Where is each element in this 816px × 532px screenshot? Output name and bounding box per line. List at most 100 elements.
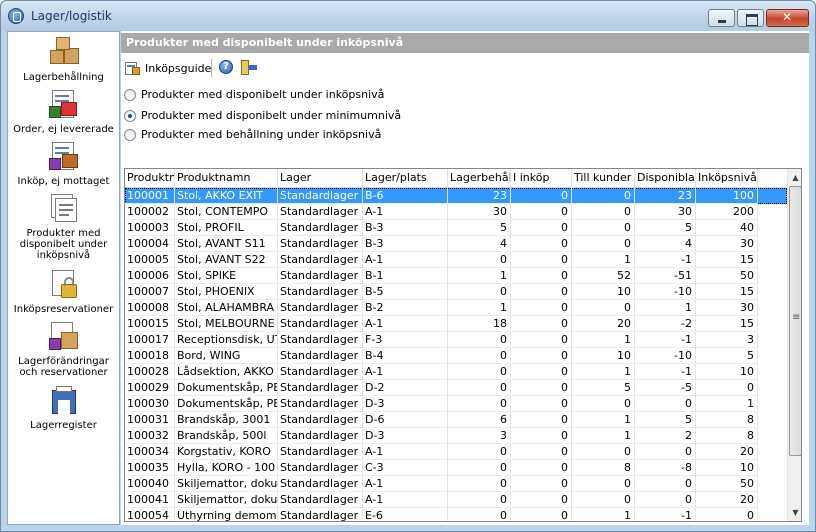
option-disponibelt-minimumniva[interactable]: Produkter med disponibelt under minimumn… [124,109,401,122]
table-row[interactable]: 100040Skiljemattor, dokumeStandardlagerA… [125,476,787,492]
table-row[interactable]: 100003 Stol, PROFIL Standardlager B-3 5 0 0 5 40 [125,220,787,236]
cell-produktnr: 100006 [125,268,175,284]
column-header-lagerbehalln[interactable]: Lagerbehålln [448,169,511,188]
cell-till-kunder: 5 [572,380,635,396]
cell-produktnamn: Brandskåp, 500l [175,428,278,444]
table-row[interactable]: 100031 Brandskåp, 3001 Standardlager D-6 6 0 1… [125,412,787,428]
inkopsguide-button[interactable]: Inköpsguide [124,58,211,78]
cell-lager-plats: C-3 [363,460,448,476]
cell-lager: Standardlager [278,348,363,364]
cell-lager-plats: E-6 [363,508,448,521]
option-label: Produkter med disponibelt under minimumn… [141,109,402,122]
cell-lager-plats: A-1 [363,204,448,220]
table-row[interactable]: 100032 Brandskåp, 500l Standardlager D-3 3 0 1… [125,428,787,444]
scroll-up-button[interactable]: ▲ [788,169,801,186]
table-row[interactable]: 100002 Stol, CONTEMPO Standardlager A-1 30 0 0… [125,204,787,220]
cell-lager-plats: B-2 [363,300,448,316]
warehouse-register-icon [47,384,81,418]
sidebar-item-disponibelt[interactable]: Produkter med disponibelt under inköpsni… [8,192,119,261]
app-window: Lager/logistik Lagerbehållning Order, ej… [0,0,816,532]
cell-disponibla: -8 [635,460,696,476]
help-icon[interactable]: ? [219,60,233,74]
close-button[interactable] [766,9,809,27]
cell-inkopsniva: 15 [696,252,758,268]
window-title: Lager/logistik [31,9,112,23]
table-row[interactable]: 100041Skiljemattor, dokumeStandardlagerA… [125,492,787,508]
sidebar-item-lagerforandringar[interactable]: Lagerförändringar och reservationer [8,320,119,378]
table-row[interactable]: 100007 Stol, PHOENIX Standardlager B-5 0 0 10-… [125,284,787,300]
column-header-lager-plats[interactable]: Lager/plats [363,169,448,188]
cell-lager-plats: D-6 [363,412,448,428]
cell-lager: Standardlager [278,220,363,236]
cell-lager: Standardlager [278,428,363,444]
table-row[interactable]: 100001 Stol, AKKO EXIT Standardlager B-6 23 0… [125,188,787,204]
column-header-i-inkop[interactable]: I inköp [511,169,572,188]
cell-till-kunder: 1 [572,428,635,444]
scroll-thumb[interactable] [789,186,801,456]
cell-lager: Standardlager [278,236,363,252]
cell-produktnr: 100054 [125,508,175,521]
cell-i-inkop: 0 [511,300,572,316]
table-row[interactable]: 100035 Hylla, KORO - 100 Standardlager C-3 0… [125,460,787,476]
cell-inkopsniva: 10 [696,364,758,380]
sidebar-item-lagerbehallning[interactable]: Lagerbehållning [8,36,119,83]
panel-title: Produkter med disponibelt under inköpsni… [126,36,404,49]
toolbar-separator [211,59,212,77]
radio-button[interactable] [124,109,136,122]
column-header-produktnr[interactable]: Produktnr. [125,169,175,188]
column-header-disponibla[interactable]: Disponibla [635,169,696,188]
radio-button[interactable] [124,128,136,141]
cell-i-inkop: 0 [511,220,572,236]
table-row[interactable]: 100015 Stol, MELBOURNE Standardlager A-1 18 0… [125,316,787,332]
cell-i-inkop: 0 [511,332,572,348]
table-row[interactable]: 100030 Dokumentskåp, PEG Standardlager D-3 0… [125,396,787,412]
column-header-inkopsniva[interactable]: Inköpsnivå [696,169,758,188]
cell-produktnr: 100003 [125,220,175,236]
table-row[interactable]: 100008 Stol, ALAHAMBRA Standardlager B-2 1 0 0… [125,300,787,316]
cell-till-kunder: 0 [572,476,635,492]
table-row[interactable]: 100005 Stol, AVANT S22 Standardlager A-1 0 0 1… [125,252,787,268]
column-header-till-kunder[interactable]: Till kunder [572,169,635,188]
cell-produktnamn: Receptionsdisk, UTV [175,332,278,348]
sidebar-item-label: Lagerregister [30,420,97,431]
option-behallning-inkopsniva[interactable]: Produkter med behållning under inköpsniv… [124,128,381,141]
title-bar[interactable]: Lager/logistik [1,1,815,31]
cell-inkopsniva: 3 [696,332,758,348]
scroll-down-button[interactable]: ▼ [788,504,801,521]
minimize-button[interactable] [708,9,735,27]
sidebar-item-order[interactable]: Order, ej levererade [8,88,119,135]
cell-lagerbehalln: 0 [448,476,511,492]
column-header-lager[interactable]: Lager [278,169,363,188]
exit-icon[interactable] [241,60,257,75]
cell-till-kunder: 1 [572,412,635,428]
cell-produktnamn: Stol, CONTEMPO [175,204,278,220]
table-row[interactable]: 100006 Stol, SPIKE Standardlager B-1 1 0 52 -51… [125,268,787,284]
cell-inkopsniva: 8 [696,412,758,428]
table-row[interactable]: 100028 Lådsektion, AKKO P Standardlager A-1… [125,364,787,380]
cell-produktnamn: Skiljemattor, dokume [175,476,278,492]
cell-lagerbehalln: 3 [448,428,511,444]
table-row[interactable]: 100017 Receptionsdisk, UTV Standardlager F-… [125,332,787,348]
cell-till-kunder: 0 [572,204,635,220]
cell-produktnamn: Hylla, KORO - 100 [175,460,278,476]
column-header-produktnamn[interactable]: Produktnamn [175,169,278,188]
locked-document-icon [47,268,81,302]
vertical-scrollbar[interactable]: ▲ ▼ [787,169,801,521]
option-disponibelt-inkopsniva[interactable]: Produkter med disponibelt under inköpsni… [124,88,384,101]
table-row[interactable]: 100004 Stol, AVANT S11 Standardlager B-3 4 0 0… [125,236,787,252]
cell-i-inkop: 0 [511,284,572,300]
table-row[interactable]: 100054Uthyrning demomöblStandardlagerE-6… [125,508,787,521]
sidebar-item-lagerregister[interactable]: Lagerregister [8,384,119,431]
maximize-button[interactable] [737,9,764,27]
cell-disponibla: 4 [635,236,696,252]
cell-lagerbehalln: 0 [448,380,511,396]
cell-produktnr: 100015 [125,316,175,332]
table-row[interactable]: 100018 Bord, WING Standardlager B-4 0 0 10 -10 5 [125,348,787,364]
table-row[interactable]: 100034 Korgstativ, KORO Standardlager A-1 0 0… [125,444,787,460]
cell-lager-plats: B-3 [363,220,448,236]
sidebar-item-inkopsreservationer[interactable]: Inköpsreservationer [8,268,119,315]
radio-button[interactable] [124,88,136,101]
table-row[interactable]: 100029 Dokumentskåp, PEG Standardlager D-2 0… [125,380,787,396]
sidebar-item-inkop[interactable]: Inköp, ej mottaget [8,140,119,187]
cell-i-inkop: 0 [511,316,572,332]
